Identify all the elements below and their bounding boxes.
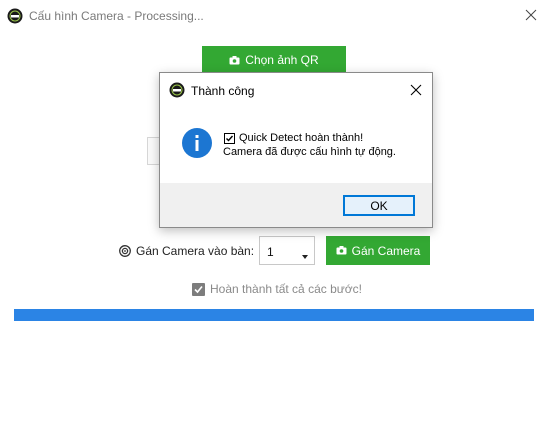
- completed-checkbox-label: Hoàn thành tất cả các bước!: [210, 282, 362, 296]
- ok-button[interactable]: OK: [343, 195, 415, 216]
- dialog-body: Quick Detect hoàn thành! Camera đã được …: [160, 107, 432, 182]
- checkbox-icon: [224, 132, 235, 144]
- success-dialog: Thành công Quick Detect hoàn thành! Came…: [159, 72, 433, 228]
- window-titlebar: Cấu hình Camera - Processing...: [0, 0, 548, 32]
- table-select[interactable]: 1: [259, 236, 315, 265]
- info-icon: [182, 128, 212, 158]
- chevron-down-icon: [302, 255, 308, 259]
- completed-checkbox[interactable]: [192, 282, 205, 296]
- assign-camera-row: Gán Camera vào bàn:: [119, 237, 254, 265]
- choose-qr-image-label: Chọn ảnh QR: [245, 53, 319, 67]
- assign-camera-button[interactable]: Gán Camera: [326, 236, 430, 265]
- dialog-message-text1: Quick Detect hoàn thành!: [239, 132, 364, 144]
- window-title: Cấu hình Camera - Processing...: [29, 9, 204, 23]
- progress-fill: [14, 309, 534, 321]
- dialog-title: Thành công: [191, 84, 255, 98]
- dialog-close-icon[interactable]: [408, 82, 424, 98]
- dialog-titlebar: Thành công: [160, 73, 432, 107]
- checkmark-icon: [194, 285, 203, 293]
- choose-qr-image-button[interactable]: Chọn ảnh QR: [202, 46, 346, 74]
- completed-checkbox-row: Hoàn thành tất cả các bước!: [192, 282, 362, 296]
- camera-icon: [336, 246, 347, 255]
- dialog-footer: OK: [160, 183, 432, 227]
- dialog-message-line2: Camera đã được cấu hình tự động.: [223, 146, 396, 158]
- assign-camera-label: Gán Camera vào bàn:: [136, 244, 255, 258]
- dialog-message-line1: Quick Detect hoàn thành!: [224, 132, 363, 144]
- app-logo-icon: [7, 8, 23, 24]
- progress-bar: [14, 309, 534, 321]
- table-select-value: 1: [267, 245, 274, 259]
- close-icon[interactable]: [522, 6, 540, 24]
- image-icon: [229, 55, 240, 64]
- target-icon: [119, 245, 131, 257]
- app-logo-icon: [169, 82, 185, 98]
- assign-camera-button-label: Gán Camera: [351, 243, 421, 258]
